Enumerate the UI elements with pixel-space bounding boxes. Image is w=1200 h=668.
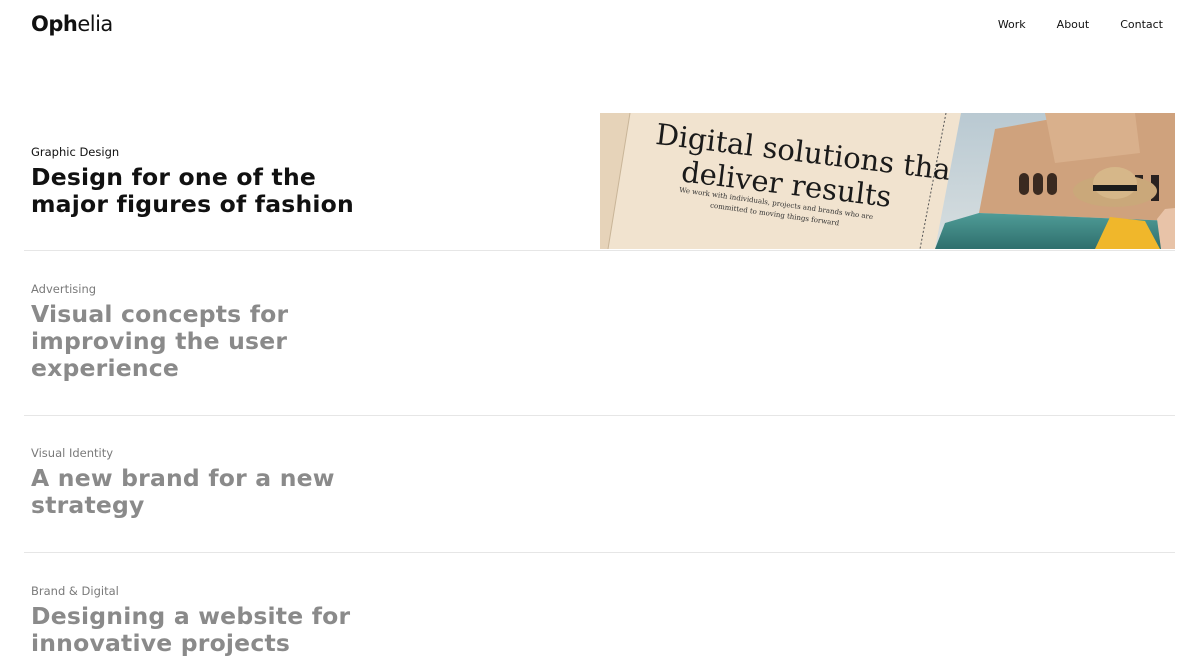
project-title[interactable]: Design for one of the major figures of f… [31, 164, 391, 218]
project-item[interactable]: Advertising Visual concepts for improvin… [24, 251, 1175, 416]
project-category: Advertising [31, 282, 97, 296]
main-nav: Work About Contact [998, 17, 1163, 33]
project-title[interactable]: Designing a website for innovative proje… [31, 603, 391, 657]
nav-link-work[interactable]: Work [998, 17, 1026, 33]
project-title[interactable]: Visual concepts for improving the user e… [31, 301, 391, 382]
site-header: Ophelia Work About Contact [0, 0, 1200, 56]
project-title[interactable]: A new brand for a new strategy [31, 465, 391, 519]
logo-bold-part: Oph [31, 12, 78, 36]
nav-link-contact[interactable]: Contact [1120, 17, 1163, 33]
logo-light-part: elia [77, 12, 113, 36]
logo[interactable]: Ophelia [31, 9, 113, 39]
project-item[interactable]: Brand & Digital Designing a website for … [24, 553, 1175, 668]
project-category: Graphic Design [31, 145, 120, 159]
thumbnail-photo [935, 113, 1175, 249]
project-item[interactable]: Visual Identity A new brand for a new st… [24, 416, 1175, 553]
project-category: Visual Identity [31, 446, 114, 460]
nav-link-about[interactable]: About [1057, 17, 1090, 33]
project-thumbnail[interactable]: Digital solutions that deliver results W… [600, 113, 1175, 249]
project-category: Brand & Digital [31, 584, 119, 598]
project-item[interactable]: Graphic Design Design for one of the maj… [24, 113, 1175, 251]
